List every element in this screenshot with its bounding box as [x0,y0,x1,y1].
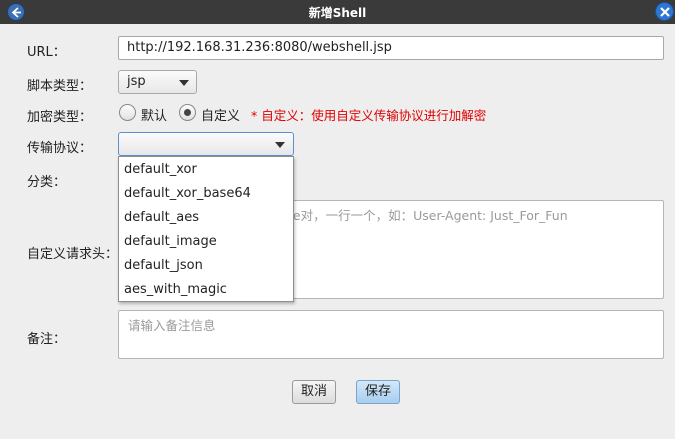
protocol-label: 传输协议： [27,141,93,156]
chevron-down-icon [275,142,285,148]
custom-headers-label: 自定义请求头： [27,247,119,262]
radio-custom[interactable] [179,104,196,121]
close-icon[interactable] [655,2,674,21]
script-type-label: 脚本类型： [27,79,93,94]
dropdown-item[interactable]: default_image [124,234,217,249]
remark-textarea[interactable]: 请输入备注信息 [118,310,664,359]
chevron-down-icon [179,80,189,86]
radio-default[interactable] [119,104,136,121]
script-type-select[interactable]: jsp [118,70,197,94]
dialog-body: URL： http://192.168.31.236:8080/webshell… [0,24,675,439]
script-type-value: jsp [127,74,146,89]
dropdown-item[interactable]: default_aes [124,210,199,225]
radio-custom-label[interactable]: 自定义 [201,105,240,124]
remark-placeholder: 请输入备注信息 [128,318,216,333]
radio-default-label[interactable]: 默认 [141,105,167,124]
window-title: 新增Shell [308,6,367,20]
title-bar: 新增Shell [0,0,675,24]
dropdown-item[interactable]: default_json [124,258,203,273]
cancel-button[interactable]: 取消 [292,380,336,404]
category-label: 分类： [27,175,67,190]
dropdown-item[interactable]: aes_with_magic [124,282,227,297]
custom-hint-text: * 自定义：使用自定义传输协议进行加解密 [251,108,487,123]
protocol-dropdown-list: default_xor default_xor_base64 default_a… [118,156,294,302]
url-label: URL： [27,45,66,60]
protocol-select[interactable] [118,132,294,156]
dropdown-item[interactable]: default_xor [124,162,197,177]
remark-label: 备注： [27,332,67,347]
dropdown-item[interactable]: default_xor_base64 [124,186,251,201]
custom-headers-placeholder: ue对，一行一个，如：User-Agent: Just_For_Fun [285,208,568,223]
url-input[interactable]: http://192.168.31.236:8080/webshell.jsp [118,36,664,60]
encryption-type-label: 加密类型： [27,110,93,125]
save-button[interactable]: 保存 [356,380,400,404]
